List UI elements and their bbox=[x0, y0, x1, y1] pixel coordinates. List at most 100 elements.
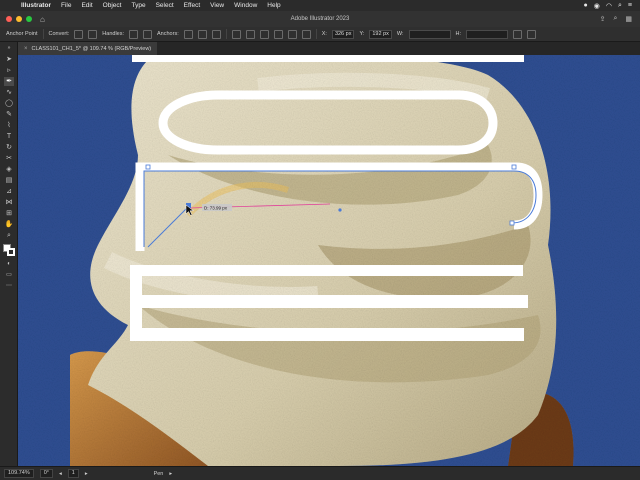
remove-anchor-icon[interactable] bbox=[183, 29, 193, 39]
tools-panel: » ➤ ▹ ✒ ∿ ◯ ✎ ⌇ T ↻ ✂ ◈ ▤ ⊿ ⋈ ⊞ ✋ ⌕ ◐ ▭ … bbox=[0, 42, 18, 466]
artboard-field[interactable]: 1 bbox=[67, 469, 79, 478]
search-help-icon[interactable]: ⌕ bbox=[613, 15, 617, 23]
home-icon[interactable]: ⌂ bbox=[40, 15, 45, 24]
corner-anchor[interactable] bbox=[145, 164, 151, 170]
isolate-icon[interactable] bbox=[211, 29, 221, 39]
menu-select[interactable]: Select bbox=[151, 2, 179, 9]
zoom-window-button[interactable] bbox=[26, 16, 32, 22]
x-field[interactable]: 326 px bbox=[331, 29, 355, 39]
illustrator-window: Illustrator File Edit Object Type Select… bbox=[0, 0, 640, 480]
pencil-tool-icon[interactable]: ✎ bbox=[4, 110, 14, 119]
rotation-field[interactable]: 0° bbox=[39, 469, 53, 478]
scissors-tool-icon[interactable]: ✂ bbox=[4, 154, 14, 163]
eyedropper-tool-icon[interactable]: ⊿ bbox=[4, 187, 14, 196]
measure-tooltip: D: 73.99 px bbox=[204, 206, 228, 211]
corner-anchor[interactable] bbox=[511, 164, 517, 170]
menu-view[interactable]: View bbox=[205, 2, 229, 9]
zoom-tool-icon[interactable]: ⌕ bbox=[4, 231, 14, 240]
screen-mode-icon[interactable]: ▭ bbox=[4, 271, 14, 280]
menu-file[interactable]: File bbox=[56, 2, 76, 9]
document-tab[interactable]: × CLASS101_CH1_5* @ 109.74 % (RGB/Previe… bbox=[18, 42, 158, 55]
search-icon[interactable]: ⌕ bbox=[618, 2, 622, 10]
divider bbox=[225, 29, 227, 39]
hide-handles-icon[interactable] bbox=[143, 29, 153, 39]
ice-cream-photo bbox=[70, 55, 574, 466]
align-bottom-icon[interactable] bbox=[301, 29, 311, 39]
x-label: X: bbox=[321, 31, 327, 37]
align-top-icon[interactable] bbox=[273, 29, 283, 39]
minimize-window-button[interactable] bbox=[16, 16, 22, 22]
panel-collapse-icon[interactable]: » bbox=[4, 44, 14, 53]
selection-tool-icon[interactable]: ➤ bbox=[4, 55, 14, 64]
share-icon[interactable]: ⇪ bbox=[600, 15, 606, 23]
window-title: Adobe Illustrator 2023 bbox=[290, 16, 350, 22]
next-artboard-icon[interactable]: ▸ bbox=[85, 471, 88, 477]
align-left-icon[interactable] bbox=[231, 29, 241, 39]
status-bar: 109.74% 0° ◂ 1 ▸ Pen ▸ bbox=[0, 466, 640, 480]
window-controls bbox=[0, 16, 32, 22]
arrange-icon[interactable] bbox=[527, 29, 536, 39]
status-dot-icon[interactable]: ● bbox=[584, 2, 588, 10]
convert-smooth-icon[interactable] bbox=[88, 29, 98, 39]
top-bar-shape[interactable] bbox=[132, 55, 524, 62]
ellipse-tool-icon[interactable]: ◯ bbox=[4, 99, 14, 108]
artboard-tool-icon[interactable]: ⊞ bbox=[4, 209, 14, 218]
menu-app-name[interactable]: Illustrator bbox=[16, 2, 56, 9]
brush-tool-icon[interactable]: ⌇ bbox=[4, 121, 14, 130]
titlebar-actions: ⇪ ⌕ ▦ bbox=[600, 15, 640, 23]
edit-toolbar-icon[interactable]: ⋯ bbox=[4, 282, 14, 291]
blend-tool-icon[interactable]: ⋈ bbox=[4, 198, 14, 207]
type-tool-icon[interactable]: T bbox=[4, 132, 14, 141]
menu-help[interactable]: Help bbox=[262, 2, 285, 9]
control-center-icon[interactable]: ≡ bbox=[628, 2, 632, 10]
direct-selection-tool-icon[interactable]: ▹ bbox=[4, 66, 14, 75]
menu-window[interactable]: Window bbox=[229, 2, 262, 9]
close-tab-icon[interactable]: × bbox=[24, 46, 28, 52]
align-right-icon[interactable] bbox=[259, 29, 269, 39]
show-handles-icon[interactable] bbox=[129, 29, 139, 39]
rotate-tool-icon[interactable]: ↻ bbox=[4, 143, 14, 152]
draw-mode-icon[interactable]: ◐ bbox=[4, 260, 14, 269]
pen-tool-icon[interactable]: ✒ bbox=[4, 77, 14, 86]
current-tool-label: Pen bbox=[153, 470, 164, 477]
cut-path-icon[interactable] bbox=[197, 29, 207, 39]
align-center-icon[interactable] bbox=[245, 29, 255, 39]
close-window-button[interactable] bbox=[6, 16, 12, 22]
convert-corner-icon[interactable] bbox=[74, 29, 84, 39]
w-field[interactable] bbox=[408, 29, 451, 39]
menu-type[interactable]: Type bbox=[126, 2, 150, 9]
divider bbox=[315, 29, 317, 39]
control-bar: Anchor Point Convert: Handles: Anchors: … bbox=[0, 27, 640, 42]
zoom-field[interactable]: 109.74% bbox=[4, 469, 34, 478]
handles-label: Handles: bbox=[102, 31, 125, 37]
w-label: W: bbox=[396, 31, 404, 37]
anchors-label: Anchors: bbox=[157, 31, 179, 37]
prev-artboard-icon[interactable]: ◂ bbox=[59, 471, 62, 477]
app-titlebar: ⌂ Adobe Illustrator 2023 ⇪ ⌕ ▦ bbox=[0, 11, 640, 27]
status-menu-icon[interactable]: ▸ bbox=[169, 471, 172, 477]
stroke-swatch[interactable] bbox=[7, 248, 15, 256]
y-label: Y: bbox=[359, 31, 365, 37]
y-field[interactable]: 192 px bbox=[369, 29, 392, 39]
wifi-icon[interactable]: ◠ bbox=[606, 2, 612, 10]
menu-effect[interactable]: Effect bbox=[179, 2, 206, 9]
menu-edit[interactable]: Edit bbox=[76, 2, 97, 9]
curvature-tool-icon[interactable]: ∿ bbox=[4, 88, 14, 97]
handle-point[interactable] bbox=[338, 208, 342, 212]
workspace-icon[interactable]: ▦ bbox=[625, 15, 632, 23]
record-icon[interactable]: ◉ bbox=[594, 2, 600, 10]
document-tab-label: CLASS101_CH1_5* @ 109.74 % (RGB/Preview) bbox=[31, 45, 152, 52]
menu-object[interactable]: Object bbox=[98, 2, 127, 9]
convert-label: Convert: bbox=[48, 31, 70, 37]
h-field[interactable] bbox=[466, 29, 508, 39]
fill-stroke-swatches[interactable] bbox=[3, 244, 15, 256]
shape-builder-tool-icon[interactable]: ◈ bbox=[4, 165, 14, 174]
menubar-tray: ● ◉ ◠ ⌕ ≡ bbox=[584, 2, 640, 10]
end-anchor[interactable] bbox=[509, 220, 515, 226]
transform-icon[interactable] bbox=[513, 29, 522, 39]
gradient-tool-icon[interactable]: ▤ bbox=[4, 176, 14, 185]
artwork-svg: D: 73.99 px bbox=[18, 55, 640, 466]
hand-tool-icon[interactable]: ✋ bbox=[4, 220, 14, 229]
align-middle-icon[interactable] bbox=[287, 29, 297, 39]
artboard-canvas[interactable]: D: 73.99 px bbox=[18, 55, 640, 466]
